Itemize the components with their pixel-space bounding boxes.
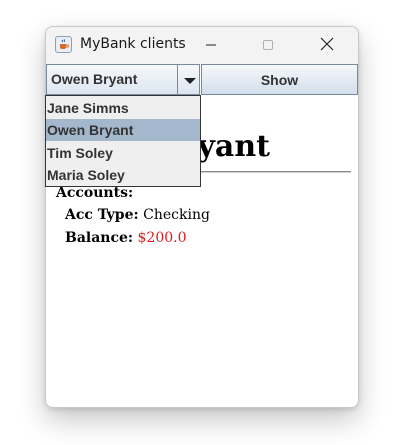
combo-selected-value: Owen Bryant xyxy=(51,71,138,87)
accounts-label: Accounts: xyxy=(56,185,134,201)
client-dropdown-list[interactable]: Jane Simms Owen Bryant Tim Soley Maria S… xyxy=(45,95,201,187)
minimize-icon xyxy=(205,36,217,55)
close-icon xyxy=(320,36,334,55)
show-button[interactable]: Show xyxy=(201,64,358,95)
acc-type-value: Checking xyxy=(138,207,210,223)
combo-arrow-button[interactable] xyxy=(177,64,201,95)
balance-value: $200.0 xyxy=(133,230,187,246)
close-button[interactable] xyxy=(304,27,350,64)
acc-type-label: Acc Type: xyxy=(65,207,139,223)
dropdown-item-maria-soley[interactable]: Maria Soley xyxy=(46,164,200,186)
acc-type-row: Acc Type: Checking xyxy=(65,207,210,223)
dropdown-item-jane-simms[interactable]: Jane Simms xyxy=(46,97,200,119)
window-title: MyBank clients xyxy=(80,36,186,52)
maximize-button[interactable] xyxy=(245,27,291,64)
chevron-down-icon xyxy=(183,70,196,89)
dropdown-item-tim-soley[interactable]: Tim Soley xyxy=(46,142,200,164)
balance-label: Balance: xyxy=(65,230,134,246)
app-window: MyBank clients Owen Bryant Show Owen Bry… xyxy=(45,26,359,408)
dropdown-item-owen-bryant[interactable]: Owen Bryant xyxy=(46,119,200,141)
client-combo-box[interactable]: Owen Bryant xyxy=(46,64,200,95)
minimize-button[interactable] xyxy=(188,27,234,64)
title-bar[interactable]: MyBank clients xyxy=(46,27,358,64)
java-cup-icon xyxy=(55,36,72,53)
maximize-icon xyxy=(262,36,274,55)
balance-row: Balance: $200.0 xyxy=(65,230,187,246)
